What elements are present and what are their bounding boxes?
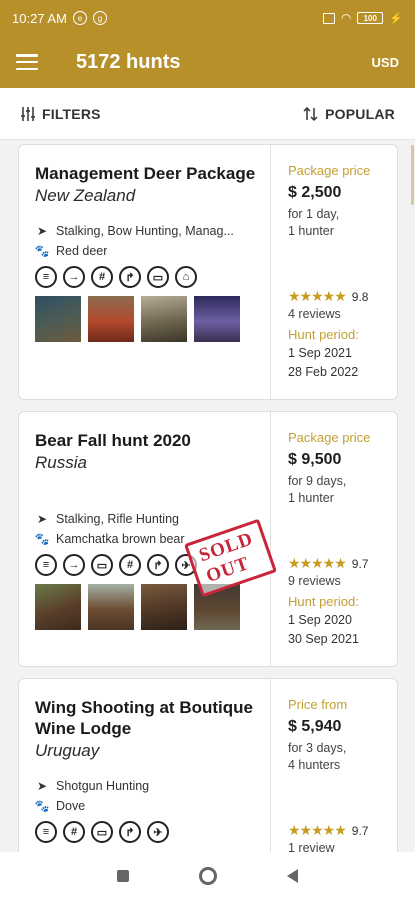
currency-button[interactable]: USD xyxy=(372,55,399,70)
filters-icon xyxy=(21,106,35,121)
battery-icon: 100 xyxy=(357,12,384,24)
meals-icon: ≡ xyxy=(35,554,57,576)
sold-out-stamp: SOLD OUT xyxy=(184,518,277,598)
duration: for 9 days, xyxy=(288,474,347,488)
hunt-title: Bear Fall hunt 2020 xyxy=(35,431,191,450)
date-to: 30 Sep 2021 xyxy=(288,632,359,646)
hunt-country: New Zealand xyxy=(35,186,136,205)
vehicle-icon: ▭ xyxy=(91,554,113,576)
wifi-icon: ◠ xyxy=(340,11,352,25)
meals-icon: ≡ xyxy=(35,266,57,288)
reviews-count[interactable]: 4 reviews xyxy=(288,307,389,321)
scroll-indicator[interactable] xyxy=(411,145,414,205)
hunt-title: Wing Shooting at Boutique Wine Lodge xyxy=(35,698,253,738)
hunters-count: 1 hunter xyxy=(288,224,334,238)
hunt-methods: Shotgun Hunting xyxy=(56,779,150,793)
hunt-photo[interactable] xyxy=(194,296,240,342)
guide-icon: ↱ xyxy=(119,821,141,843)
method-icon: ➤ xyxy=(36,512,48,526)
filter-bar: FILTERS POPULAR xyxy=(0,88,415,140)
sim-icon xyxy=(322,12,335,24)
price-label: Price from xyxy=(288,697,348,712)
price: $ 2,500 xyxy=(288,184,342,201)
stars-icon: ★★★★★ xyxy=(288,555,347,571)
page-title: 5172 hunts xyxy=(76,50,181,73)
duration: for 1 day, xyxy=(288,207,340,221)
flight-icon: ✈ xyxy=(147,821,169,843)
hunters-count: 1 hunter xyxy=(288,491,334,505)
period-label: Hunt period: xyxy=(288,594,359,609)
home-icon[interactable] xyxy=(199,867,217,885)
filters-label: FILTERS xyxy=(42,105,101,122)
vehicle-icon: ▭ xyxy=(91,821,113,843)
vehicle-icon: ▭ xyxy=(147,266,169,288)
hunt-title: Management Deer Package xyxy=(35,164,256,183)
price-label: Package price xyxy=(288,163,371,178)
hunt-card[interactable]: Management Deer Package New Zealand ➤ Sta… xyxy=(18,144,398,400)
method-icon: ➤ xyxy=(36,779,48,793)
hunt-photo[interactable] xyxy=(141,584,187,630)
hunt-country: Uruguay xyxy=(35,741,100,760)
stars-icon: ★★★★★ xyxy=(288,288,347,304)
transfer-icon: → xyxy=(63,266,85,288)
notification-icon: e xyxy=(72,11,87,25)
hunt-photo[interactable] xyxy=(35,584,81,630)
meals-icon: ≡ xyxy=(35,821,57,843)
date-from: 1 Sep 2021 xyxy=(288,346,352,360)
hunt-animal: Kamchatka brown bear xyxy=(56,532,185,546)
hunt-photo[interactable] xyxy=(141,296,187,342)
back-icon[interactable] xyxy=(287,869,298,883)
hunt-photo[interactable] xyxy=(88,296,134,342)
rating-value: 9.8 xyxy=(351,289,369,304)
hunts-list[interactable]: Management Deer Package New Zealand ➤ Sta… xyxy=(0,140,415,852)
status-bar: 10:27 AM e g ◠ 100 ⚡ xyxy=(0,0,415,36)
period-label: Hunt period: xyxy=(288,327,359,342)
hunt-country: Russia xyxy=(35,453,87,472)
rating-value: 9.7 xyxy=(351,556,369,571)
reviews-count[interactable]: 9 reviews xyxy=(288,574,389,588)
rating-value: 9.7 xyxy=(351,823,369,838)
method-icon: ➤ xyxy=(36,224,48,238)
transfer-icon: → xyxy=(63,554,85,576)
app-bar: 5172 hunts USD xyxy=(0,36,415,88)
date-to: 28 Feb 2022 xyxy=(288,365,359,379)
hunt-card[interactable]: Bear Fall hunt 2020 Russia ➤ Stalking, Ri… xyxy=(18,411,398,667)
hunt-card[interactable]: Wing Shooting at Boutique Wine Lodge Uru… xyxy=(18,678,398,852)
sort-label: POPULAR xyxy=(325,105,395,122)
paw-icon: 🐾 xyxy=(35,244,50,258)
trophy-icon: ↱ xyxy=(119,266,141,288)
accommodation-icon: ⌂ xyxy=(175,266,197,288)
sort-icon xyxy=(303,106,318,121)
hunt-photo[interactable] xyxy=(88,584,134,630)
date-from: 1 Sep 2020 xyxy=(288,613,352,627)
price: $ 9,500 xyxy=(288,451,342,468)
license-icon: # xyxy=(119,554,141,576)
stars-icon: ★★★★★ xyxy=(288,822,347,838)
recents-icon[interactable] xyxy=(117,870,129,882)
filters-button[interactable]: FILTERS xyxy=(20,106,101,122)
reviews-count[interactable]: 1 review xyxy=(288,841,389,852)
charging-icon: ⚡ xyxy=(389,12,403,25)
notification-icon: g xyxy=(92,11,107,25)
price-label: Package price xyxy=(288,430,371,445)
hunt-photo[interactable] xyxy=(35,296,81,342)
license-icon: # xyxy=(91,266,113,288)
menu-icon[interactable] xyxy=(16,54,38,70)
sort-button[interactable]: POPULAR xyxy=(303,106,395,122)
hunt-animal: Dove xyxy=(56,799,86,813)
status-time: 10:27 AM xyxy=(12,10,67,26)
system-nav-bar xyxy=(0,852,415,900)
license-icon: # xyxy=(63,821,85,843)
duration: for 3 days, xyxy=(288,741,347,755)
paw-icon: 🐾 xyxy=(35,532,50,546)
price: $ 5,940 xyxy=(288,718,342,735)
hunters-count: 4 hunters xyxy=(288,758,341,772)
hunt-animal: Red deer xyxy=(56,244,108,258)
hunt-methods: Stalking, Rifle Hunting xyxy=(56,512,179,526)
hunt-methods: Stalking, Bow Hunting, Manag... xyxy=(56,224,234,238)
trophy-icon: ↱ xyxy=(147,554,169,576)
paw-icon: 🐾 xyxy=(35,799,50,813)
